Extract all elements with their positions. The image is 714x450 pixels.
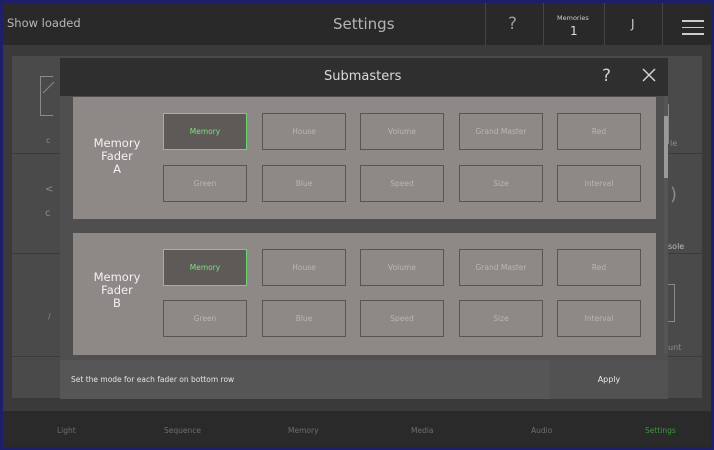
tab-audio[interactable]: Audio bbox=[531, 426, 552, 435]
memories-value: 1 bbox=[570, 24, 578, 38]
divider bbox=[485, 3, 486, 45]
fader-label-line: B bbox=[113, 296, 121, 310]
mode-button-speed[interactable]: Speed bbox=[360, 165, 444, 202]
settings-tile-icon bbox=[668, 104, 669, 144]
settings-tile-fragment: < bbox=[45, 184, 54, 195]
hint-text: Set the mode for each fader on bottom ro… bbox=[71, 375, 235, 384]
fader-label-b: Memory Fader B bbox=[77, 271, 157, 310]
mode-button-volume[interactable]: Volume bbox=[360, 249, 444, 286]
page-title: Settings bbox=[333, 15, 395, 33]
settings-tile-fragment: c bbox=[46, 136, 51, 145]
tab-settings[interactable]: Settings bbox=[645, 426, 676, 435]
fader-section-b: Memory Fader B Memory House Volume Grand… bbox=[73, 233, 656, 355]
mode-button-grand-master[interactable]: Grand Master bbox=[459, 249, 543, 286]
close-icon[interactable] bbox=[640, 66, 658, 84]
show-status: Show loaded bbox=[7, 16, 81, 30]
divider bbox=[662, 3, 663, 45]
mode-button-interval[interactable]: Interval bbox=[557, 165, 641, 202]
settings-tile-label: sole bbox=[668, 242, 685, 251]
settings-tile-fragment: c bbox=[45, 208, 51, 219]
divider bbox=[604, 3, 605, 45]
mode-button-green[interactable]: Green bbox=[163, 165, 247, 202]
settings-tile-fragment: ) bbox=[670, 184, 678, 205]
mode-button-memory[interactable]: Memory bbox=[163, 113, 247, 150]
help-button[interactable]: ? bbox=[508, 14, 517, 34]
mode-button-blue[interactable]: Blue bbox=[262, 300, 346, 337]
scrollbar-thumb[interactable] bbox=[664, 116, 668, 178]
mode-button-size[interactable]: Size bbox=[459, 300, 543, 337]
mode-button-green[interactable]: Green bbox=[163, 300, 247, 337]
mode-button-memory[interactable]: Memory bbox=[163, 249, 247, 286]
mode-button-house[interactable]: House bbox=[262, 113, 346, 150]
fader-label-a: Memory Fader A bbox=[77, 137, 157, 176]
settings-tile-fragment: / bbox=[48, 312, 51, 321]
dialog-header: Submasters ? bbox=[60, 58, 668, 96]
mode-button-speed[interactable]: Speed bbox=[360, 300, 444, 337]
tab-light[interactable]: Light bbox=[57, 426, 76, 435]
triangle-icon bbox=[42, 81, 55, 94]
mode-button-interval[interactable]: Interval bbox=[557, 300, 641, 337]
fader-section-a: Memory Fader A Memory House Volume Grand… bbox=[73, 97, 656, 219]
top-bar: Show loaded Settings ? Memories 1 J bbox=[3, 3, 711, 45]
apply-button[interactable]: Apply bbox=[550, 360, 668, 399]
fader-label-line: A bbox=[113, 162, 121, 176]
settings-tile-label: unt bbox=[668, 343, 682, 352]
mode-button-house[interactable]: House bbox=[262, 249, 346, 286]
mode-button-red[interactable]: Red bbox=[557, 249, 641, 286]
dialog-help-button[interactable]: ? bbox=[602, 66, 611, 86]
mode-button-grand-master[interactable]: Grand Master bbox=[459, 113, 543, 150]
dialog-title: Submasters bbox=[324, 69, 402, 84]
divider bbox=[543, 3, 544, 45]
dialog-hint: Set the mode for each fader on bottom ro… bbox=[60, 360, 550, 399]
submasters-dialog: Submasters ? Memory Fader A Memory House… bbox=[60, 58, 668, 399]
tab-media[interactable]: Media bbox=[411, 426, 434, 435]
dialog-scrollbar[interactable] bbox=[664, 96, 668, 354]
mode-button-size[interactable]: Size bbox=[459, 165, 543, 202]
tab-memory[interactable]: Memory bbox=[288, 426, 319, 435]
user-button[interactable]: J bbox=[631, 17, 635, 31]
menu-icon[interactable] bbox=[682, 20, 704, 40]
memories-label: Memories bbox=[557, 14, 589, 22]
mode-button-red[interactable]: Red bbox=[557, 113, 641, 150]
mode-button-volume[interactable]: Volume bbox=[360, 113, 444, 150]
settings-tile-label: le bbox=[670, 139, 678, 148]
bottom-tab-bar: Light Sequence Memory Media Audio Settin… bbox=[3, 411, 711, 447]
tab-sequence[interactable]: Sequence bbox=[164, 426, 201, 435]
mode-button-blue[interactable]: Blue bbox=[262, 165, 346, 202]
